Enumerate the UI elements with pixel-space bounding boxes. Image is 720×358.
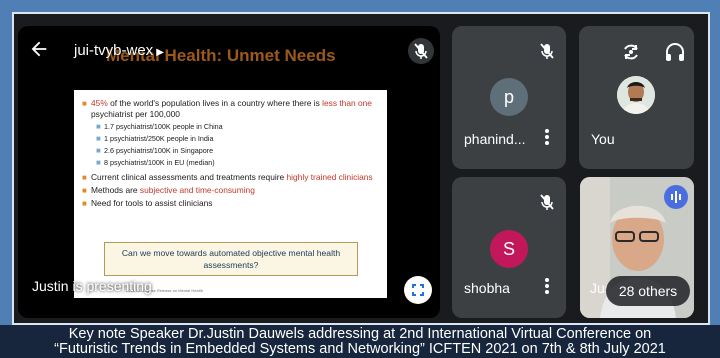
meeting-code[interactable]: jui-tvyb-wex ▶ [74,42,164,59]
speaking-indicator-icon [664,185,688,209]
headphones-icon[interactable] [663,40,687,64]
fullscreen-button[interactable] [404,276,432,304]
slide-sub-bullet: ■ 2.6 psychiatrist/100K in Singapore [96,146,214,155]
more-options-icon[interactable] [544,129,550,147]
presentation-tile[interactable]: Mental Health: Unmet Needs jui-tvyb-wex ▶… [18,26,440,318]
slide-bullet: ■ 45% of the world's population lives in … [82,98,372,119]
participant-name: phanind... [464,131,526,147]
participant-tile-you[interactable]: You [579,26,694,169]
slide-sub-bullet: ■ 1.7 psychiatrist/100K people in China [96,122,223,131]
slide-bullet: ■ Methods are subjective and time-consumi… [82,185,255,195]
slide-sub-bullet: ■ 1 psychiatrist/250K people in India [96,134,214,143]
slide-bullet: ■ Need for tools to assist clinicians [82,198,213,208]
slide-content: ■ 45% of the world's population lives in … [74,90,387,298]
others-count-button[interactable]: 28 others [606,276,690,306]
mic-off-icon [534,189,560,215]
fullscreen-icon [412,284,424,296]
avatar [617,76,655,114]
participant-tile-phanind[interactable]: p phanind... [452,26,566,169]
participant-name: You [591,131,615,147]
presenting-label: Justin is presenting [32,278,152,294]
more-options-icon[interactable] [544,278,550,296]
back-arrow-icon[interactable] [28,38,52,62]
participant-name: shobha [464,280,510,296]
slide-bullet: ■ Current clinical assessments and treatm… [82,172,373,182]
avatar: S [490,230,528,268]
slide-sub-bullet: ■ 8 psychiatrist/100K in EU (median) [96,158,215,167]
event-caption: Key note Speaker Dr.Justin Dauwels addre… [0,325,720,358]
avatar: p [490,78,528,116]
caption-line: “Futuristic Trends in Embedded Systems a… [54,341,666,357]
mic-off-icon [534,38,560,64]
mic-off-icon [408,38,434,64]
caption-line: Key note Speaker Dr.Justin Dauwels addre… [68,326,652,342]
participant-tile-shobha[interactable]: S shobha [452,177,566,318]
slide-question-box: Can we move towards automated objective … [104,242,358,276]
chevron-right-icon: ▶ [156,47,164,58]
switch-camera-icon[interactable] [619,40,643,64]
